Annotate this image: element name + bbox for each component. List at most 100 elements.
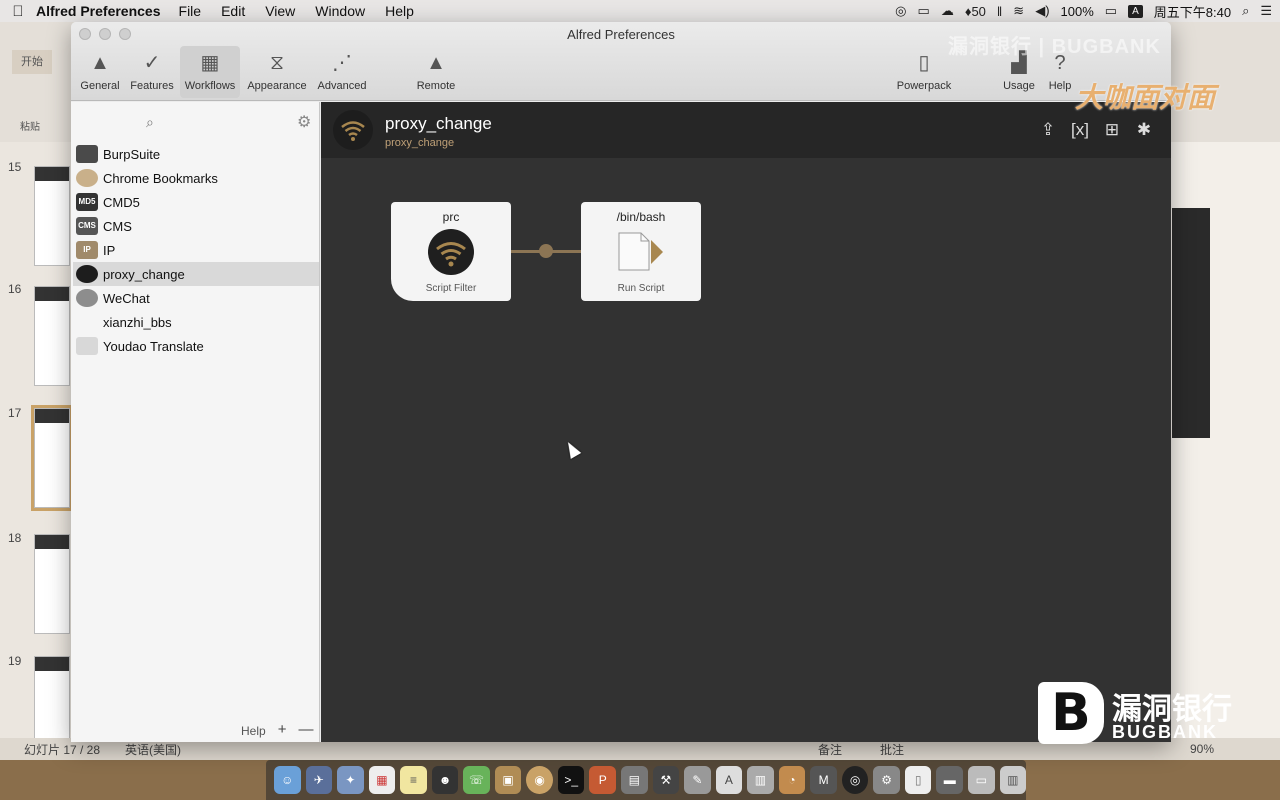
workflow-label: Youdao Translate <box>103 338 204 354</box>
textedit-icon[interactable]: A <box>715 766 743 794</box>
chrome-icon <box>76 169 98 187</box>
wifi-icon[interactable]: ≋ <box>1013 3 1024 19</box>
comments-button[interactable]: 批注 <box>880 741 904 758</box>
share-icon[interactable]: ⇪ <box>1037 120 1059 140</box>
obs-icon[interactable]: ◎ <box>841 766 869 794</box>
system-preferences-icon[interactable]: ⚙ <box>873 766 900 794</box>
translate-icon <box>76 337 98 355</box>
calendar-icon[interactable]: ▦ <box>368 766 396 794</box>
notes-icon[interactable]: ≡ <box>400 766 427 794</box>
toolbar-workflows[interactable]: ▦ Workflows <box>180 46 240 98</box>
language-indicator[interactable]: 英语(美国) <box>125 741 181 758</box>
slide-thumbnail[interactable] <box>34 166 70 266</box>
photo-icon[interactable]: ▣ <box>494 766 522 794</box>
trash-icon[interactable]: ▥ <box>999 766 1027 794</box>
menu-window[interactable]: Window <box>315 3 365 19</box>
slide-thumbnail[interactable] <box>34 534 70 634</box>
menu-file[interactable]: File <box>179 3 202 19</box>
menu-help[interactable]: Help <box>385 3 414 19</box>
slide-thumbnail-selected[interactable] <box>31 405 73 511</box>
notification-center-icon[interactable]: ☰ <box>1260 3 1272 19</box>
logo-english-text: BUGBANK <box>1112 722 1218 742</box>
terminal-icon[interactable]: >_ <box>557 766 585 794</box>
wifi-icon <box>428 229 474 275</box>
toolbar-features[interactable]: ✓ Features <box>127 46 177 98</box>
add-workflow-button[interactable]: + <box>278 722 287 738</box>
chrome-icon[interactable]: ◉ <box>526 766 553 794</box>
clock[interactable]: 周五下午8:40 <box>1154 2 1231 21</box>
xcode-icon[interactable]: ⚒ <box>652 766 680 794</box>
input-source[interactable]: A <box>1128 4 1143 18</box>
obs-icon[interactable]: ◎ <box>895 3 906 19</box>
workflow-item-ip[interactable]: IP IP <box>73 238 319 262</box>
workflow-item-cmd5[interactable]: MD5 CMD5 <box>73 190 319 214</box>
qq-icon[interactable]: ☻ <box>431 766 459 794</box>
pause-icon[interactable]: ‖ <box>997 4 1002 19</box>
workflow-item-xianzhi-bbs[interactable]: xianzhi_bbs <box>73 310 319 334</box>
workflow-item-cms[interactable]: CMS CMS <box>73 214 319 238</box>
finder-icon[interactable]: ☺ <box>274 766 301 794</box>
battery-icon[interactable]: ▭ <box>1105 3 1117 19</box>
file-merge-icon[interactable]: ▥ <box>747 766 774 794</box>
variables-icon[interactable]: [x] <box>1069 120 1091 140</box>
paste-label[interactable]: 粘贴 <box>20 118 40 133</box>
preview-icon[interactable]: ▤ <box>621 766 648 794</box>
toolbar-remote[interactable]: ▲ Remote <box>411 46 461 98</box>
help-link[interactable]: Help <box>241 724 266 738</box>
menu-edit[interactable]: Edit <box>221 3 245 19</box>
apple-icon[interactable]:  <box>0 3 36 20</box>
workflow-wifi-icon <box>333 110 373 150</box>
bell-icon[interactable]: ♦50 <box>965 4 986 19</box>
workflow-editor[interactable]: proxy_change proxy_change ⇪ [x] ⊞ ✱ prc … <box>321 102 1171 742</box>
alfred-icon[interactable]: ◔ <box>778 766 806 794</box>
downloads-icon[interactable]: ▭ <box>968 766 995 794</box>
remote-hat-icon: ▲ <box>426 52 446 74</box>
slide-thumbnail-pane: 15 16 17 18 19 <box>0 142 73 756</box>
slide-thumbnail[interactable] <box>34 286 70 386</box>
app-menu[interactable]: Alfred Preferences <box>36 3 161 19</box>
hat-icon: ▲ <box>90 52 110 74</box>
workflow-label: CMS <box>103 218 132 234</box>
remove-workflow-button[interactable]: — <box>298 722 313 738</box>
workflow-item-wechat[interactable]: WeChat <box>73 286 319 310</box>
toolbar-powerpack[interactable]: ▯ Powerpack <box>893 46 955 98</box>
document-icon[interactable]: ▯ <box>904 766 932 794</box>
powerpoint-icon[interactable]: P <box>589 766 617 794</box>
add-object-icon[interactable]: ⊞ <box>1101 120 1123 140</box>
notes-button[interactable]: 备注 <box>818 741 842 758</box>
display-icon[interactable]: ▭ <box>918 3 930 19</box>
connection-handle[interactable] <box>539 244 553 258</box>
mweb-icon[interactable]: M <box>810 766 837 794</box>
safari-icon[interactable]: ✦ <box>337 766 364 794</box>
toolbar-general[interactable]: ▲ General <box>77 46 123 98</box>
logo-letter: B <box>1038 682 1104 744</box>
workflow-item-proxy-change[interactable]: proxy_change <box>73 262 319 286</box>
debug-bug-icon[interactable]: ✱ <box>1133 120 1155 140</box>
battery-percent[interactable]: 100% <box>1061 4 1094 19</box>
toolbar-label: Usage <box>1003 80 1035 92</box>
ribbon-tab-home[interactable]: 开始 <box>12 50 52 74</box>
search-icon[interactable]: ⌕ <box>146 114 154 131</box>
script-filter-node[interactable]: prc Script Filter <box>391 202 511 301</box>
workflow-item-youdao-translate[interactable]: Youdao Translate <box>73 334 319 358</box>
run-script-node[interactable]: /bin/bash Run Script <box>581 202 701 301</box>
toolbar-appearance[interactable]: ⧖ Appearance <box>243 46 311 98</box>
cloud-icon[interactable]: ☁ <box>941 3 954 19</box>
launchpad-icon[interactable]: ✈ <box>305 766 333 794</box>
workflow-label: CMD5 <box>103 194 140 210</box>
menu-view[interactable]: View <box>265 3 295 19</box>
workflow-item-chrome-bookmarks[interactable]: Chrome Bookmarks <box>73 166 319 190</box>
ip-icon: IP <box>76 241 98 259</box>
spotlight-icon[interactable]: ⌕ <box>1242 3 1249 19</box>
status-menus: ◎ ▭ ☁ ♦50 ‖ ≋ ◀) 100% ▭ A 周五下午8:40 ⌕ ☰ <box>895 0 1272 22</box>
node-type-label: Run Script <box>617 283 665 294</box>
wifi-icon <box>76 265 98 283</box>
volume-icon[interactable]: ◀) <box>1035 3 1049 19</box>
toolbar-advanced[interactable]: ⋰ Advanced <box>313 46 371 98</box>
script-editor-icon[interactable]: ✎ <box>684 766 711 794</box>
workflow-item-burpsuite[interactable]: BurpSuite <box>73 142 319 166</box>
screenshot-icon[interactable]: ▬ <box>936 766 964 794</box>
blank-icon <box>76 313 98 331</box>
gear-icon[interactable]: ⚙ <box>297 112 311 132</box>
wechat-icon[interactable]: ☏ <box>463 766 490 794</box>
